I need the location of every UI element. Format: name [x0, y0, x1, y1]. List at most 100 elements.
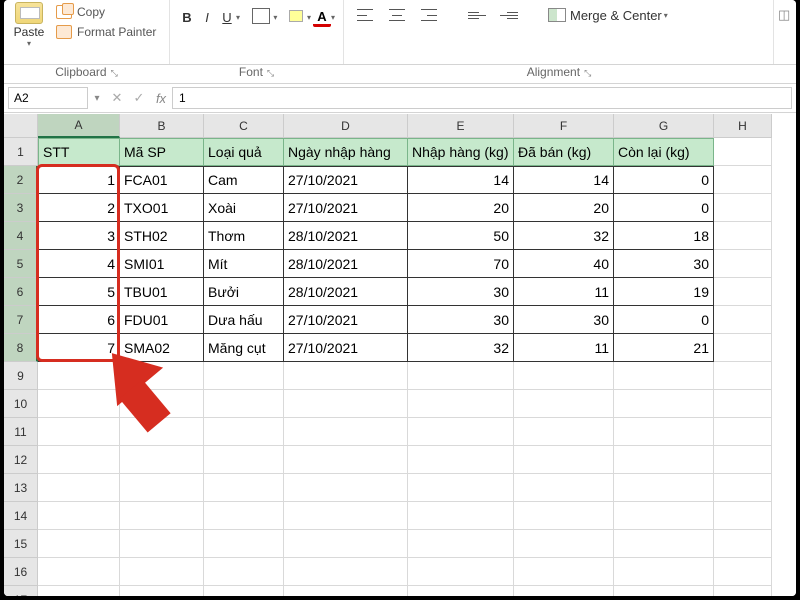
- insert-function-button[interactable]: fx: [150, 91, 172, 106]
- cell-F17[interactable]: [514, 586, 614, 596]
- cell-H17[interactable]: [714, 586, 772, 596]
- cell-F11[interactable]: [514, 418, 614, 446]
- cell-F8[interactable]: 11: [514, 334, 614, 362]
- name-box[interactable]: A2: [8, 87, 88, 109]
- cell-D10[interactable]: [284, 390, 408, 418]
- cell-E13[interactable]: [408, 474, 514, 502]
- bold-button[interactable]: B: [178, 8, 196, 27]
- cell-A1[interactable]: STT: [38, 138, 120, 166]
- font-color-button[interactable]: A: [313, 9, 331, 27]
- cell-A5[interactable]: 4: [38, 250, 120, 278]
- cell-G14[interactable]: [614, 502, 714, 530]
- cell-C6[interactable]: Bưởi: [204, 278, 284, 306]
- cell-B17[interactable]: [120, 586, 204, 596]
- cancel-formula-button[interactable]: ✕: [106, 90, 128, 106]
- cell-D2[interactable]: 27/10/2021: [284, 166, 408, 194]
- cell-F13[interactable]: [514, 474, 614, 502]
- cell-A4[interactable]: 3: [38, 222, 120, 250]
- cell-D13[interactable]: [284, 474, 408, 502]
- cell-A10[interactable]: [38, 390, 120, 418]
- cell-B6[interactable]: TBU01: [120, 278, 204, 306]
- cell-C17[interactable]: [204, 586, 284, 596]
- cell-F16[interactable]: [514, 558, 614, 586]
- cell-G5[interactable]: 30: [614, 250, 714, 278]
- font-dialog-icon[interactable]: ⤡: [267, 68, 274, 78]
- cell-H12[interactable]: [714, 446, 772, 474]
- cell-D11[interactable]: [284, 418, 408, 446]
- cell-F14[interactable]: [514, 502, 614, 530]
- cell-F12[interactable]: [514, 446, 614, 474]
- cell-H14[interactable]: [714, 502, 772, 530]
- cell-H6[interactable]: [714, 278, 772, 306]
- cell-D14[interactable]: [284, 502, 408, 530]
- cell-E15[interactable]: [408, 530, 514, 558]
- cell-E3[interactable]: 20: [408, 194, 514, 222]
- cell-E9[interactable]: [408, 362, 514, 390]
- cell-C1[interactable]: Loại quả: [204, 138, 284, 166]
- cell-C8[interactable]: Măng cụt: [204, 334, 284, 362]
- row-header-17[interactable]: 17: [4, 586, 38, 596]
- cell-H10[interactable]: [714, 390, 772, 418]
- cell-C11[interactable]: [204, 418, 284, 446]
- column-header-E[interactable]: E: [408, 114, 514, 138]
- cell-A2[interactable]: 1: [38, 166, 120, 194]
- cell-A14[interactable]: [38, 502, 120, 530]
- cell-F7[interactable]: 30: [514, 306, 614, 334]
- cell-B3[interactable]: TXO01: [120, 194, 204, 222]
- row-header-13[interactable]: 13: [4, 474, 38, 502]
- cell-G3[interactable]: 0: [614, 194, 714, 222]
- cell-C7[interactable]: Dưa hấu: [204, 306, 284, 334]
- spreadsheet-grid[interactable]: ABCDEFGH 1234567891011121314151617 STTMã…: [4, 114, 796, 596]
- merge-dropdown-icon[interactable]: ▾: [664, 11, 668, 20]
- cell-B11[interactable]: [120, 418, 204, 446]
- cell-H3[interactable]: [714, 194, 772, 222]
- row-header-11[interactable]: 11: [4, 418, 38, 446]
- row-header-16[interactable]: 16: [4, 558, 38, 586]
- cell-E4[interactable]: 50: [408, 222, 514, 250]
- column-header-A[interactable]: A: [38, 114, 120, 138]
- italic-button[interactable]: I: [198, 8, 216, 27]
- cell-C16[interactable]: [204, 558, 284, 586]
- select-all-corner[interactable]: [4, 114, 38, 138]
- cell-D12[interactable]: [284, 446, 408, 474]
- cell-H1[interactable]: [714, 138, 772, 166]
- cell-A12[interactable]: [38, 446, 120, 474]
- align-right-button[interactable]: [416, 6, 442, 24]
- cell-D1[interactable]: Ngày nhập hàng: [284, 138, 408, 166]
- cell-B1[interactable]: Mã SP: [120, 138, 204, 166]
- font-color-dropdown-icon[interactable]: ▾: [331, 13, 335, 22]
- cell-D7[interactable]: 27/10/2021: [284, 306, 408, 334]
- row-header-10[interactable]: 10: [4, 390, 38, 418]
- cell-A13[interactable]: [38, 474, 120, 502]
- formula-input[interactable]: 1: [172, 87, 792, 109]
- cell-E2[interactable]: 14: [408, 166, 514, 194]
- cell-B5[interactable]: SMI01: [120, 250, 204, 278]
- row-header-14[interactable]: 14: [4, 502, 38, 530]
- cell-D16[interactable]: [284, 558, 408, 586]
- cell-B16[interactable]: [120, 558, 204, 586]
- row-header-4[interactable]: 4: [4, 222, 38, 250]
- cell-F1[interactable]: Đã bán (kg): [514, 138, 614, 166]
- cell-C3[interactable]: Xoài: [204, 194, 284, 222]
- cell-styles-button[interactable]: ◫: [774, 5, 794, 24]
- cell-F2[interactable]: 14: [514, 166, 614, 194]
- enter-formula-button[interactable]: ✓: [128, 90, 150, 106]
- row-header-7[interactable]: 7: [4, 306, 38, 334]
- column-header-H[interactable]: H: [714, 114, 772, 138]
- cell-E1[interactable]: Nhập hàng (kg): [408, 138, 514, 166]
- cell-A16[interactable]: [38, 558, 120, 586]
- cell-E14[interactable]: [408, 502, 514, 530]
- cell-H16[interactable]: [714, 558, 772, 586]
- cell-D9[interactable]: [284, 362, 408, 390]
- cell-G10[interactable]: [614, 390, 714, 418]
- cell-B12[interactable]: [120, 446, 204, 474]
- cell-G12[interactable]: [614, 446, 714, 474]
- cell-B13[interactable]: [120, 474, 204, 502]
- cell-G4[interactable]: 18: [614, 222, 714, 250]
- cell-E16[interactable]: [408, 558, 514, 586]
- cell-H2[interactable]: [714, 166, 772, 194]
- row-header-15[interactable]: 15: [4, 530, 38, 558]
- cell-F5[interactable]: 40: [514, 250, 614, 278]
- cell-A7[interactable]: 6: [38, 306, 120, 334]
- cell-A11[interactable]: [38, 418, 120, 446]
